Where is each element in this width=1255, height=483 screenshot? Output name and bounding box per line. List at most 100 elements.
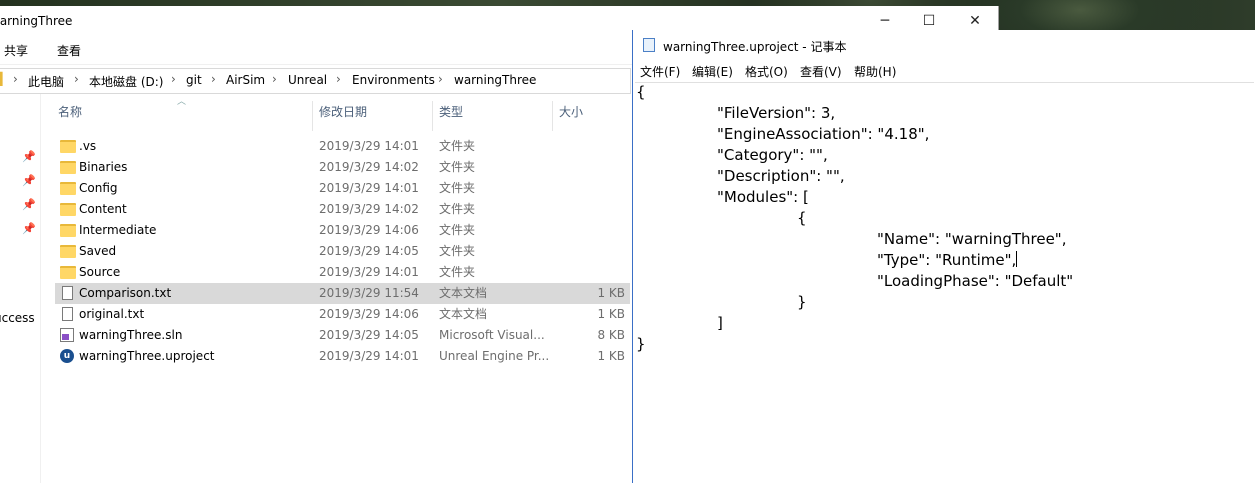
file-type: 文本文档: [439, 286, 488, 300]
file-modified-date: 2019/3/29 14:01: [319, 265, 419, 279]
file-row[interactable]: original.txt 2019/3/29 14:06 文本文档 1 KB: [55, 304, 630, 325]
file-modified-date: 2019/3/29 14:01: [319, 139, 419, 153]
chevron-right-icon: ›: [438, 72, 443, 86]
file-size: 8 KB: [597, 328, 625, 342]
file-row[interactable]: Binaries 2019/3/29 14:02 文件夹: [55, 157, 630, 178]
text-line: "EngineAssociation": "4.18",: [717, 125, 930, 143]
column-divider[interactable]: [552, 101, 553, 131]
file-name: Content: [79, 202, 127, 216]
menu-edit[interactable]: 编辑(E): [692, 63, 733, 80]
column-header-name[interactable]: 名称: [58, 101, 82, 127]
breadcrumb-git[interactable]: git: [186, 73, 202, 87]
column-divider[interactable]: [312, 101, 313, 131]
file-name: warningThree.sln: [79, 328, 183, 342]
folder-icon: [60, 245, 76, 258]
file-row[interactable]: Saved 2019/3/29 14:05 文件夹: [55, 241, 630, 262]
chevron-right-icon: ›: [211, 72, 216, 86]
column-header-date[interactable]: 修改日期: [319, 101, 367, 127]
file-type: Microsoft Visual...: [439, 328, 545, 342]
text-line: "FileVersion": 3,: [717, 104, 836, 122]
text-cursor: [1016, 251, 1018, 267]
file-size: 1 KB: [597, 307, 625, 321]
chevron-right-icon: ›: [13, 72, 18, 86]
file-modified-date: 2019/3/29 14:02: [319, 202, 419, 216]
folder-icon: [60, 140, 76, 153]
file-row[interactable]: warningThree.sln 2019/3/29 14:05 Microsoft…: [55, 325, 630, 346]
notepad-text-area[interactable]: { "FileVersion": 3, "EngineAssociation":…: [635, 82, 1254, 483]
file-modified-date: 2019/3/29 14:06: [319, 223, 419, 237]
file-row[interactable]: Intermediate 2019/3/29 14:06 文件夹: [55, 220, 630, 241]
menu-view[interactable]: 查看(V): [800, 63, 842, 80]
file-type: 文件夹: [439, 244, 476, 258]
file-size: 1 KB: [597, 349, 625, 363]
navigation-pane: 📌 📌 📌 📌 uccess: [0, 94, 41, 483]
file-name: Intermediate: [79, 223, 157, 237]
breadcrumb-airsim[interactable]: AirSim: [226, 73, 265, 87]
column-header-type[interactable]: 类型: [439, 101, 463, 127]
folder-icon: [60, 182, 76, 195]
file-name: Comparison.txt: [79, 286, 172, 300]
folder-icon: ▌: [0, 72, 8, 86]
file-name: original.txt: [79, 307, 145, 321]
file-type: 文件夹: [439, 181, 476, 195]
text-line: }: [636, 335, 646, 353]
pin-icon[interactable]: 📌: [22, 174, 36, 187]
tab-share[interactable]: 共享: [4, 42, 28, 59]
menu-help[interactable]: 帮助(H): [854, 63, 896, 80]
pin-icon[interactable]: 📌: [22, 150, 36, 163]
file-type: 文本文档: [439, 307, 488, 321]
file-modified-date: 2019/3/29 14:02: [319, 160, 419, 174]
column-divider[interactable]: [432, 101, 433, 131]
menu-file[interactable]: 文件(F): [640, 63, 680, 80]
pin-icon[interactable]: 📌: [22, 222, 36, 235]
text-line: }: [797, 293, 807, 311]
text-line-with-cursor: "Type": "Runtime",: [877, 251, 1018, 269]
file-type: 文件夹: [439, 160, 476, 174]
notepad-window: warningThree.uproject - 记事本 文件(F) 编辑(E) …: [632, 30, 1255, 483]
text-line: "Type": "Runtime",: [877, 251, 1017, 269]
text-line: "Modules": [: [717, 188, 809, 206]
file-modified-date: 2019/3/29 14:01: [319, 349, 419, 363]
file-row[interactable]: Config 2019/3/29 14:01 文件夹: [55, 178, 630, 199]
notepad-title-bar[interactable]: warningThree.uproject - 记事本: [633, 30, 1255, 60]
breadcrumb-environments[interactable]: Environments: [352, 73, 435, 87]
text-line: "Description": "",: [717, 167, 845, 185]
chevron-right-icon: ›: [171, 72, 176, 86]
text-line: {: [797, 209, 807, 227]
breadcrumb-warningthree[interactable]: warningThree: [454, 73, 536, 87]
tab-view[interactable]: 查看: [57, 42, 81, 59]
file-type: 文件夹: [439, 139, 476, 153]
explorer-window-title: warningThree: [0, 14, 73, 28]
file-row[interactable]: u warningThree.uproject 2019/3/29 14:01 Unr…: [55, 346, 630, 367]
text-line: "Name": "warningThree",: [877, 230, 1067, 248]
file-type: 文件夹: [439, 223, 476, 237]
address-bar[interactable]: ▌ › 此电脑 › 本地磁盘 (D:) › git › AirSim › Unr…: [0, 68, 631, 94]
file-name: Saved: [79, 244, 117, 258]
column-header-size[interactable]: 大小: [559, 101, 583, 127]
file-name: Source: [79, 265, 121, 279]
nav-item-label[interactable]: uccess: [0, 311, 35, 325]
folder-icon: [60, 203, 76, 216]
text-line: ]: [717, 314, 723, 332]
file-row[interactable]: Source 2019/3/29 14:01 文件夹: [55, 262, 630, 283]
breadcrumb-local-disk[interactable]: 本地磁盘 (D:): [89, 73, 163, 90]
chevron-right-icon: ›: [336, 72, 341, 86]
file-modified-date: 2019/3/29 14:05: [319, 328, 419, 342]
file-row[interactable]: .vs 2019/3/29 14:01 文件夹: [55, 136, 630, 157]
file-type: Unreal Engine Pr...: [439, 349, 550, 363]
folder-icon: [60, 161, 76, 174]
text-line: "Category": "",: [717, 146, 828, 164]
file-name: .vs: [79, 139, 97, 153]
file-row[interactable]: Content 2019/3/29 14:02 文件夹: [55, 199, 630, 220]
breadcrumb-unreal[interactable]: Unreal: [288, 73, 327, 87]
text-line: {: [636, 83, 646, 101]
folder-icon: [60, 266, 76, 279]
text-file-icon: [62, 307, 73, 321]
file-modified-date: 2019/3/29 11:54: [319, 286, 419, 300]
pin-icon[interactable]: 📌: [22, 198, 36, 211]
breadcrumb-this-pc[interactable]: 此电脑: [28, 73, 64, 90]
text-line: "LoadingPhase": "Default": [877, 272, 1074, 290]
file-row[interactable]: Comparison.txt 2019/3/29 11:54 文本文档 1 KB: [55, 283, 630, 304]
menu-format[interactable]: 格式(O): [745, 63, 788, 80]
file-type: 文件夹: [439, 202, 476, 216]
